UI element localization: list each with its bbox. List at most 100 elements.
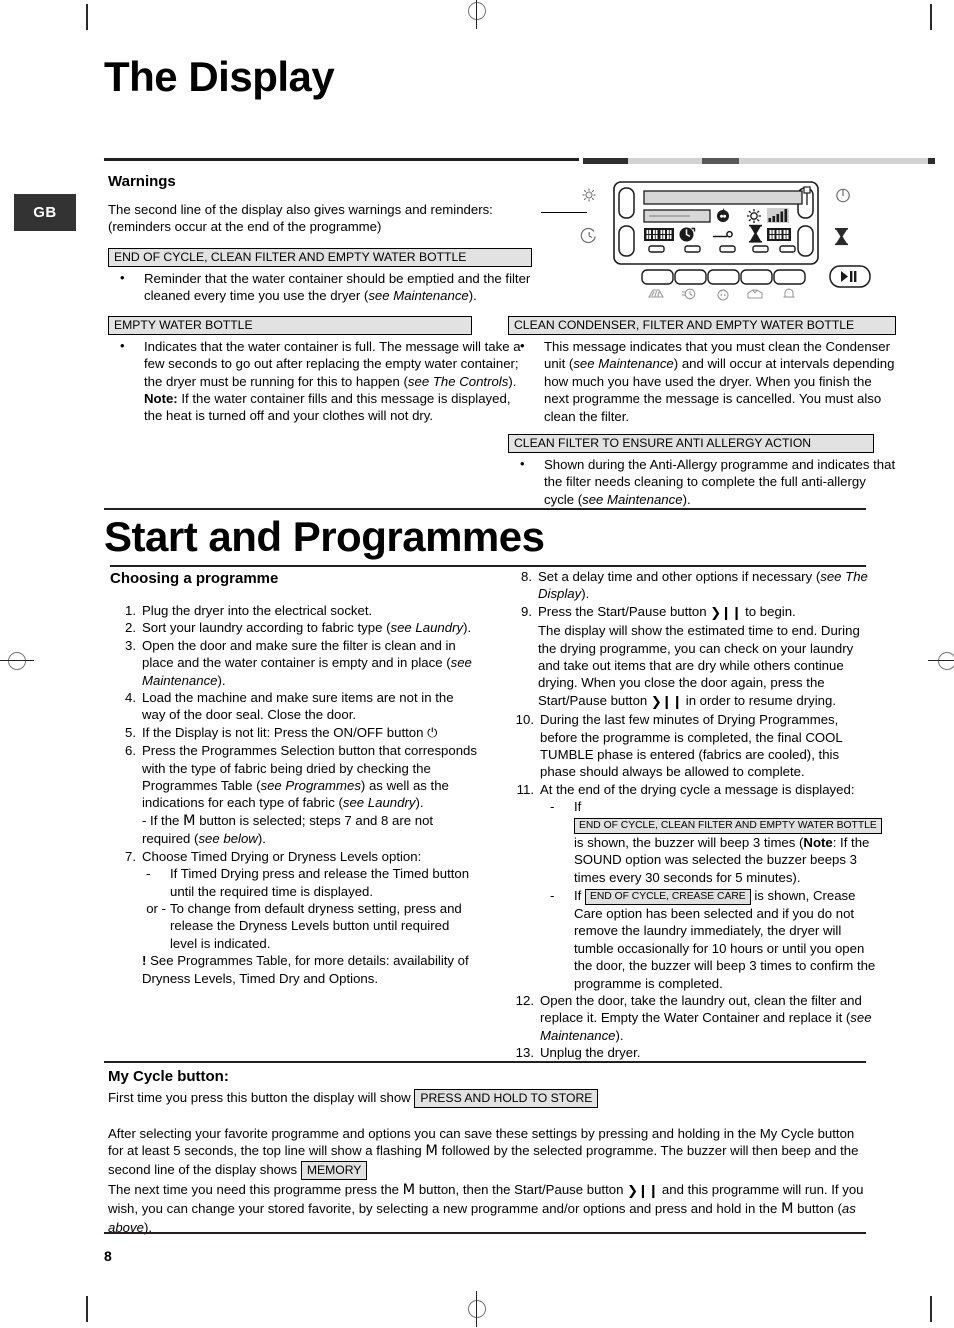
- step-text: Press the Programmes Selection button th…: [142, 743, 477, 847]
- step-item: 2. Sort your laundry according to fabric…: [110, 619, 480, 636]
- step7-sub-text: If Timed Drying press and release the Ti…: [170, 866, 470, 899]
- warning-bullet-item: This message indicates that you must cle…: [508, 337, 896, 425]
- step-item-11: 11. At the end of the drying cycle a mes…: [506, 781, 882, 992]
- step-text: Sort your laundry according to fabric ty…: [142, 620, 472, 636]
- warning-bullet-list-1: Reminder that the water container should…: [108, 269, 532, 305]
- step-item: 10. During the last few minutes of Dryin…: [506, 711, 876, 781]
- step7-sub-item: - If Timed Drying press and release the …: [142, 865, 480, 900]
- crop-mark-bl-v: [86, 1296, 88, 1322]
- step11-sub-item: - If END OF CYCLE, CLEAN FILTER AND EMPT…: [540, 798, 882, 886]
- my-cycle-paragraph-text: After selecting your favorite programme …: [108, 1126, 859, 1177]
- warnings-intro-line2: (reminders occur at the end of the progr…: [108, 219, 382, 235]
- step-number: 3.: [125, 637, 136, 653]
- step11-pre: If: [574, 887, 582, 903]
- step-item: 13. Unplug the dryer.: [506, 1044, 876, 1061]
- steps-list-right: 8. Set a delay time and other options if…: [506, 568, 882, 1062]
- page-title-start: Start and Programmes: [104, 513, 545, 560]
- step-text: Unplug the dryer.: [540, 1045, 641, 1061]
- step-number: 13.: [515, 1045, 534, 1061]
- step11-sub-item: - If END OF CYCLE, CREASE CARE is shown,…: [540, 887, 876, 992]
- warnings-right-column: CLEAN CONDENSER, FILTER AND EMPTY WATER …: [508, 316, 896, 510]
- dash-marker: -: [550, 887, 555, 903]
- step-number: 6.: [125, 743, 136, 759]
- step-text: Plug the dryer into the electrical socke…: [142, 603, 373, 618]
- step-item: 5. If the Display is not lit: Press the …: [110, 724, 480, 742]
- step7-sub-text: To change from default dryness setting, …: [170, 900, 462, 951]
- my-cycle-heading: My Cycle button:: [108, 1068, 229, 1085]
- step-text: Open the door and make sure the filter i…: [142, 637, 472, 688]
- step-number: 11.: [516, 781, 534, 797]
- warnings-heading: Warnings: [108, 173, 176, 190]
- step7-sublist: - If Timed Drying press and release the …: [142, 865, 480, 952]
- my-cycle-section: My Cycle button: First time you press th…: [108, 1068, 868, 1236]
- step-number: 4.: [125, 690, 136, 706]
- locale-tag: GB: [14, 194, 76, 231]
- step-text: Load the machine and make sure items are…: [142, 690, 454, 723]
- step-number: 12.: [515, 992, 534, 1008]
- display-message-box-press-and-hold: PRESS AND HOLD TO STORE: [414, 1089, 599, 1108]
- choosing-programme-heading: Choosing a programme: [110, 570, 279, 587]
- my-cycle-first-line: First time you press this button the dis…: [108, 1089, 868, 1108]
- step-item: 12. Open the door, take the laundry out,…: [506, 992, 876, 1044]
- step7-note: ! See Programmes Table, for more details…: [142, 953, 469, 986]
- warning-bullet-item: Shown during the Anti-Allergy programme …: [508, 455, 896, 508]
- crop-mark-br-v: [930, 1296, 932, 1322]
- step11-pre: If: [574, 799, 582, 815]
- steps-left-column: 1. Plug the dryer into the electrical so…: [110, 602, 480, 987]
- warning-bullet-list-4: Shown during the Anti-Allergy programme …: [508, 455, 896, 508]
- dash-marker: -: [146, 866, 151, 882]
- display-message-box-end-of-cycle-inline: END OF CYCLE, CLEAN FILTER AND EMPTY WAT…: [574, 817, 882, 834]
- display-message-box-clean-filter-anti-allergy: CLEAN FILTER TO ENSURE ANTI ALLERGY ACTI…: [508, 434, 874, 454]
- page-title-display: The Display: [104, 53, 335, 100]
- step-number: 8.: [521, 569, 532, 584]
- my-cycle-first-line-text: First time you press this button the dis…: [108, 1090, 411, 1105]
- steps-right-column: 8. Set a delay time and other options if…: [506, 568, 882, 1062]
- document-page: The Display GB Warnings The second line …: [0, 0, 954, 1328]
- step-item-7: 7. Choose Timed Drying or Dryness Levels…: [110, 848, 480, 987]
- step-item: 4. Load the machine and make sure items …: [110, 689, 480, 724]
- step-item: 8. Set a delay time and other options if…: [506, 568, 876, 603]
- warnings-intro: The second line of the display also give…: [108, 201, 558, 236]
- dash-marker: -: [550, 799, 555, 815]
- step-item: 9. Press the Start/Pause button ❯❙❙ to b…: [506, 603, 876, 711]
- crop-mark-tr-v: [930, 4, 932, 30]
- step-number: 5.: [125, 724, 136, 740]
- step-text: Choose Timed Drying or Dryness Levels op…: [142, 848, 422, 864]
- step-number: 10.: [515, 712, 534, 728]
- step11-sublist: - If END OF CYCLE, CLEAN FILTER AND EMPT…: [540, 798, 882, 992]
- step-item: 1. Plug the dryer into the electrical so…: [110, 602, 480, 619]
- warning-bullet-list-2: Indicates that the water container is fu…: [108, 337, 532, 425]
- control-panel-diagram: [578, 178, 878, 306]
- step-number: 7.: [125, 848, 136, 864]
- step-text: Set a delay time and other options if ne…: [538, 569, 868, 602]
- footer-rule: [104, 1232, 866, 1234]
- warning-bullet-item: Reminder that the water container should…: [108, 269, 532, 305]
- warning-bullet-list-3: This message indicates that you must cle…: [508, 337, 896, 425]
- step-item: 3. Open the door and make sure the filte…: [110, 637, 480, 689]
- step-text: At the end of the drying cycle a message…: [540, 781, 855, 797]
- section-divider-start: [104, 508, 866, 510]
- display-message-box-end-of-cycle: END OF CYCLE, CLEAN FILTER AND EMPTY WAT…: [108, 248, 532, 267]
- crop-mark-tl-v: [86, 4, 88, 30]
- step-text: If the Display is not lit: Press the ON/…: [142, 724, 438, 741]
- step-number: 2.: [125, 620, 136, 636]
- steps-list-left: 1. Plug the dryer into the electrical so…: [110, 602, 480, 987]
- step-text: Press the Start/Pause button ❯❙❙ to begi…: [538, 603, 860, 710]
- display-message-box-empty-water-bottle: EMPTY WATER BOTTLE: [108, 315, 472, 335]
- colour-bar: [583, 158, 935, 164]
- title-rule-display: [104, 158, 579, 161]
- step-number: 9.: [521, 603, 532, 619]
- display-message-box-memory: MEMORY: [300, 1160, 368, 1180]
- warnings-left-column: END OF CYCLE, CLEAN FILTER AND EMPTY WAT…: [108, 248, 532, 427]
- step-number: 1.: [125, 603, 136, 618]
- dash-marker: or -: [146, 900, 166, 916]
- page-number: 8: [104, 1248, 112, 1264]
- display-message-box-clean-condenser: CLEAN CONDENSER, FILTER AND EMPTY WATER …: [508, 316, 896, 335]
- my-cycle-paragraph: After selecting your favorite programme …: [108, 1125, 868, 1180]
- section-divider-my-cycle: [104, 1061, 866, 1063]
- step-item: 6. Press the Programmes Selection button…: [110, 742, 480, 847]
- step11-post: is shown, the buzzer will beep 3 times (…: [574, 834, 870, 885]
- step-text: During the last few minutes of Drying Pr…: [540, 712, 843, 780]
- title-rule-start: [110, 565, 866, 567]
- display-message-box-crease-care-inline: END OF CYCLE, CREASE CARE: [585, 888, 751, 905]
